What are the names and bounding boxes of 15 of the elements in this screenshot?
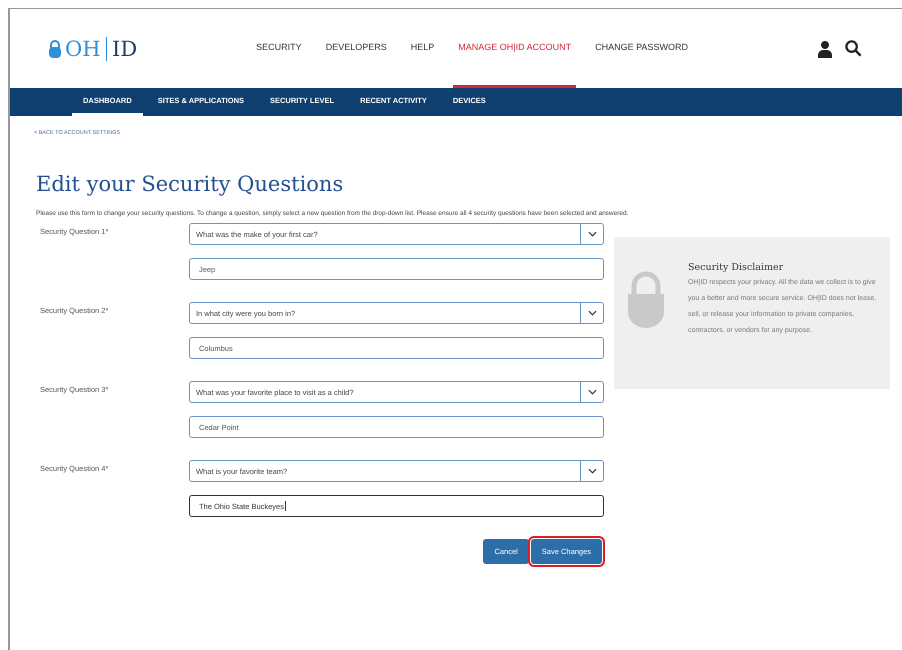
nav-link[interactable]: DEVELOPERS [320, 9, 392, 88]
nav-link[interactable]: CHANGE PASSWORD [590, 9, 693, 88]
nav-link[interactable]: HELP [406, 9, 440, 88]
padlock-icon [626, 270, 666, 328]
disclaimer-title: Security Disclaimer [688, 262, 784, 273]
caret-icon [588, 310, 596, 316]
padlock-icon [48, 38, 62, 58]
caret-icon [588, 468, 596, 474]
search-icon[interactable] [845, 40, 862, 57]
caret-icon [588, 389, 596, 395]
user-icon[interactable] [817, 40, 833, 58]
nav-link[interactable]: SECURITY [251, 9, 307, 88]
logo[interactable]: OH ID [48, 36, 138, 60]
caret-icon [588, 231, 596, 237]
page-title: Edit your Security Questions [36, 172, 344, 196]
